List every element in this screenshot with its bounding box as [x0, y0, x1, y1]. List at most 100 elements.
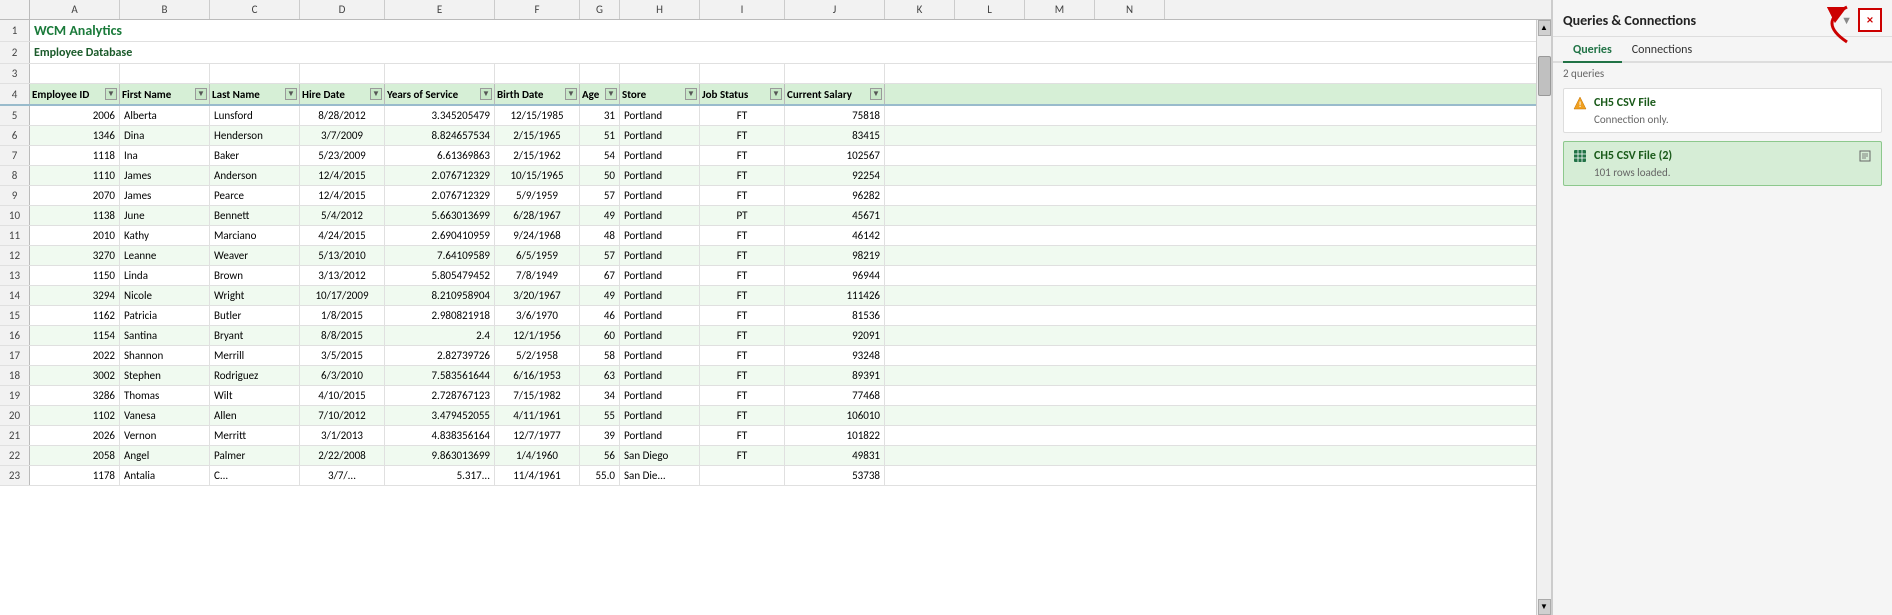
cell-yos[interactable]: 2.82739726: [385, 346, 495, 365]
cell-salary[interactable]: 53738: [785, 466, 885, 485]
cell-bdate[interactable]: 2/15/1965: [495, 126, 580, 145]
cell-jstatus[interactable]: FT: [700, 126, 785, 145]
cell-salary[interactable]: 92091: [785, 326, 885, 345]
cell-hdate[interactable]: 3/5/2015: [300, 346, 385, 365]
cell-store[interactable]: Portland: [620, 146, 700, 165]
cell-empid[interactable]: 1346: [30, 126, 120, 145]
tab-queries[interactable]: Queries: [1563, 37, 1622, 63]
cell-bdate[interactable]: 7/8/1949: [495, 266, 580, 285]
filter-cell-salary[interactable]: Current Salary▼: [785, 84, 885, 104]
cell-empid[interactable]: 2026: [30, 426, 120, 445]
col-header-b[interactable]: B: [120, 0, 210, 19]
cell-yos[interactable]: 9.863013699: [385, 446, 495, 465]
cell-lname[interactable]: Wilt: [210, 386, 300, 405]
cell-salary[interactable]: 106010: [785, 406, 885, 425]
cell-store[interactable]: Portland: [620, 226, 700, 245]
filter-cell-lname[interactable]: Last Name▼: [210, 84, 300, 104]
cell-yos[interactable]: 6.61369863: [385, 146, 495, 165]
cell-age[interactable]: 58: [580, 346, 620, 365]
filter-cell-age[interactable]: Age▼: [580, 84, 620, 104]
cell-lname[interactable]: Weaver: [210, 246, 300, 265]
cell-fname[interactable]: Ina: [120, 146, 210, 165]
cell-age[interactable]: 51: [580, 126, 620, 145]
query-item-1[interactable]: ! CH5 CSV File Connection only.: [1563, 88, 1882, 133]
cell-store[interactable]: Portland: [620, 266, 700, 285]
cell-hdate[interactable]: 3/7/2009: [300, 126, 385, 145]
query-item-2[interactable]: CH5 CSV File (2) 101 rows loaded.: [1563, 141, 1882, 186]
cell-empid[interactable]: 3294: [30, 286, 120, 305]
cell-bdate[interactable]: 6/5/1959: [495, 246, 580, 265]
cell-bdate[interactable]: 1/4/1960: [495, 446, 580, 465]
cell-hdate[interactable]: 6/3/2010: [300, 366, 385, 385]
cell-hdate[interactable]: 4/24/2015: [300, 226, 385, 245]
cell-age[interactable]: 50: [580, 166, 620, 185]
filter-btn-hdate[interactable]: ▼: [370, 88, 382, 100]
cell-salary[interactable]: 93248: [785, 346, 885, 365]
cell-hdate[interactable]: 12/4/2015: [300, 166, 385, 185]
cell-bdate[interactable]: 7/15/1982: [495, 386, 580, 405]
cell-age[interactable]: 31: [580, 106, 620, 125]
cell-hdate[interactable]: 10/17/2009: [300, 286, 385, 305]
col-header-l[interactable]: L: [955, 0, 1025, 19]
cell-salary[interactable]: 102567: [785, 146, 885, 165]
cell-jstatus[interactable]: FT: [700, 306, 785, 325]
filter-cell-yos[interactable]: Years of Service▼: [385, 84, 495, 104]
filter-btn-bdate[interactable]: ▼: [565, 88, 577, 100]
scroll-down-btn[interactable]: ▼: [1538, 599, 1551, 615]
filter-btn-jstatus[interactable]: ▼: [770, 88, 782, 100]
cell-lname[interactable]: Anderson: [210, 166, 300, 185]
cell-yos[interactable]: 3.479452055: [385, 406, 495, 425]
cell-age[interactable]: 63: [580, 366, 620, 385]
cell-lname[interactable]: Bennett: [210, 206, 300, 225]
filter-btn-store[interactable]: ▼: [685, 88, 697, 100]
filter-cell-fname[interactable]: First Name▼: [120, 84, 210, 104]
col-header-d[interactable]: D: [300, 0, 385, 19]
cell-age[interactable]: 54: [580, 146, 620, 165]
cell-lname[interactable]: Butler: [210, 306, 300, 325]
col-header-a[interactable]: A: [30, 0, 120, 19]
cell-fname[interactable]: Thomas: [120, 386, 210, 405]
cell-hdate[interactable]: 2/22/2008: [300, 446, 385, 465]
vertical-scrollbar[interactable]: ▲ ▼: [1536, 20, 1551, 615]
cell-salary[interactable]: 45671: [785, 206, 885, 225]
cell-jstatus[interactable]: FT: [700, 166, 785, 185]
cell-hdate[interactable]: 5/13/2010: [300, 246, 385, 265]
cell-store[interactable]: Portland: [620, 346, 700, 365]
cell-age[interactable]: 67: [580, 266, 620, 285]
cell-jstatus[interactable]: FT: [700, 426, 785, 445]
cell-bdate[interactable]: 12/15/1985: [495, 106, 580, 125]
cell-empid[interactable]: 1150: [30, 266, 120, 285]
cell-hdate[interactable]: 8/28/2012: [300, 106, 385, 125]
cell-hdate[interactable]: 3/7/...: [300, 466, 385, 485]
cell-lname[interactable]: Marciano: [210, 226, 300, 245]
cell-store[interactable]: Portland: [620, 106, 700, 125]
cell-age[interactable]: 55.0: [580, 466, 620, 485]
cell-yos[interactable]: 5.317...: [385, 466, 495, 485]
cell-fname[interactable]: Vanesa: [120, 406, 210, 425]
cell-jstatus[interactable]: FT: [700, 326, 785, 345]
cell-store[interactable]: Portland: [620, 206, 700, 225]
cell-jstatus[interactable]: FT: [700, 186, 785, 205]
cell-yos[interactable]: 2.4: [385, 326, 495, 345]
cell-bdate[interactable]: 3/20/1967: [495, 286, 580, 305]
col-header-n[interactable]: N: [1095, 0, 1165, 19]
cell-jstatus[interactable]: FT: [700, 106, 785, 125]
filter-btn-lname[interactable]: ▼: [285, 88, 297, 100]
cell-fname[interactable]: Kathy: [120, 226, 210, 245]
edit-icon[interactable]: [1857, 148, 1873, 164]
cell-jstatus[interactable]: FT: [700, 366, 785, 385]
filter-btn-empid[interactable]: ▼: [105, 88, 117, 100]
cell-store[interactable]: Portland: [620, 166, 700, 185]
cell-empid[interactable]: 1154: [30, 326, 120, 345]
cell-lname[interactable]: C...: [210, 466, 300, 485]
cell-fname[interactable]: Linda: [120, 266, 210, 285]
filter-cell-store[interactable]: Store▼: [620, 84, 700, 104]
cell-yos[interactable]: 2.728767123: [385, 386, 495, 405]
cell-lname[interactable]: Merritt: [210, 426, 300, 445]
cell-hdate[interactable]: 7/10/2012: [300, 406, 385, 425]
cell-fname[interactable]: Santina: [120, 326, 210, 345]
cell-lname[interactable]: Brown: [210, 266, 300, 285]
cell-fname[interactable]: Antalia: [120, 466, 210, 485]
cell-store[interactable]: Portland: [620, 246, 700, 265]
filter-cell-jstatus[interactable]: Job Status▼: [700, 84, 785, 104]
